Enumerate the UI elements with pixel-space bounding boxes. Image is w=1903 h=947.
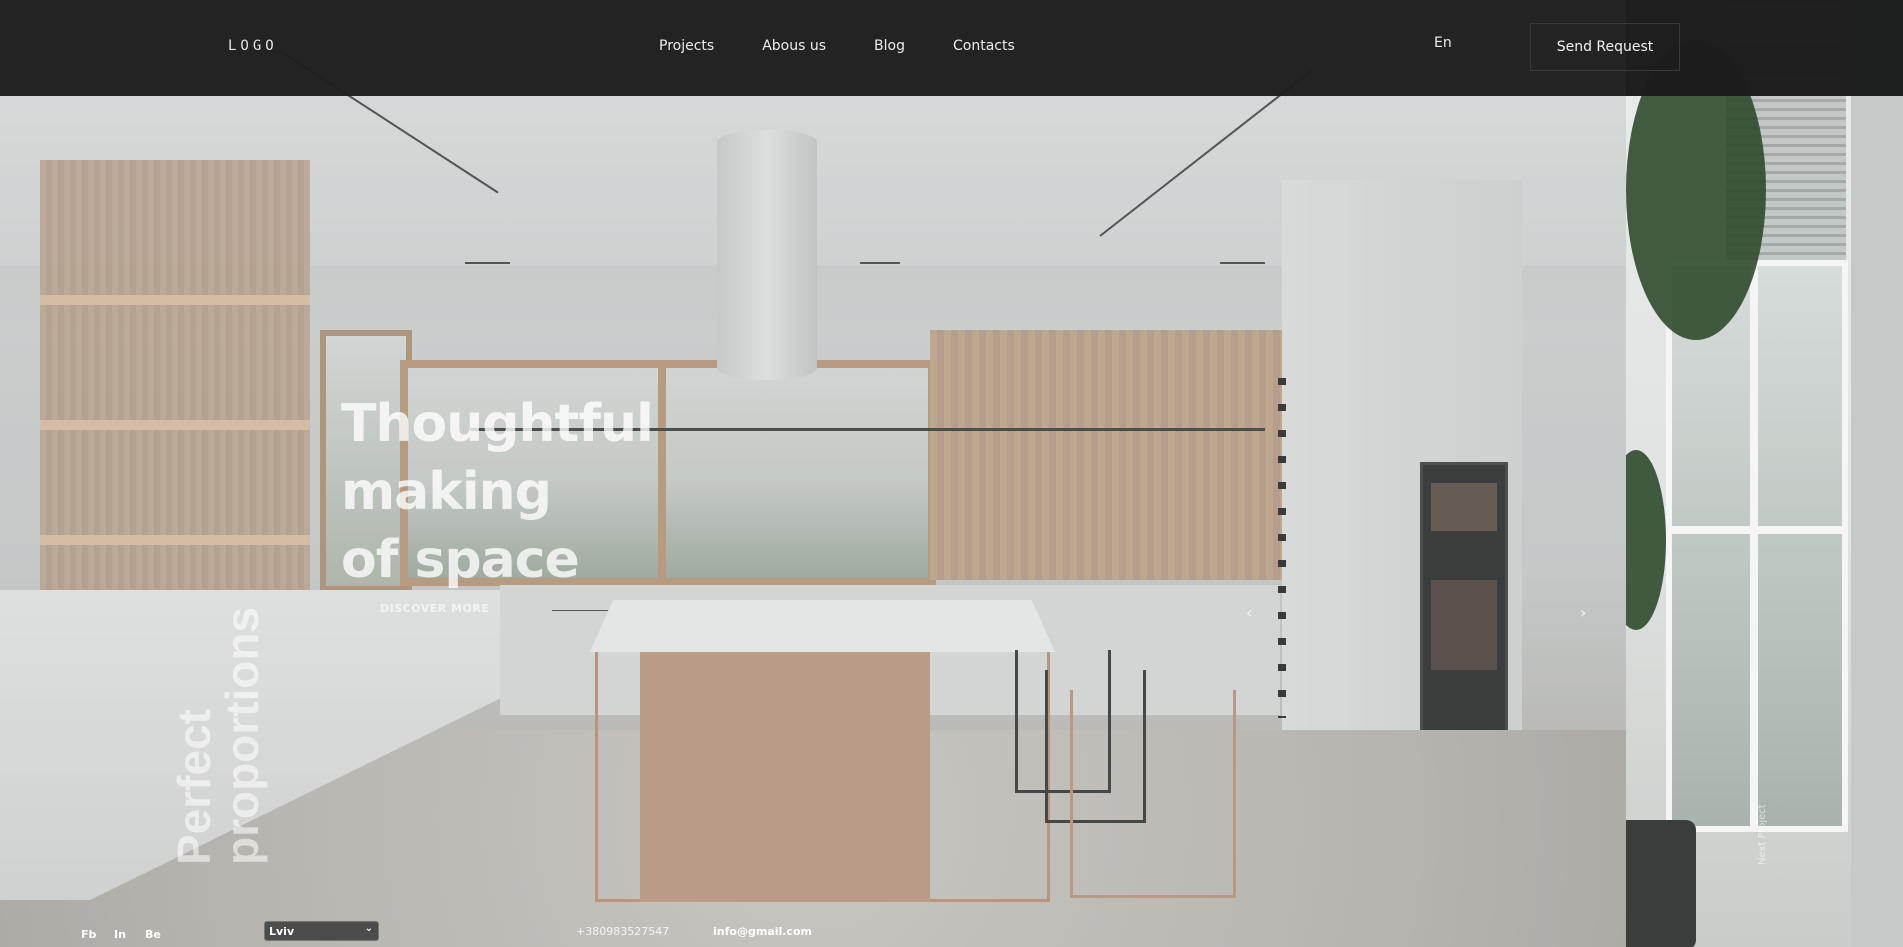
send-request-button[interactable]: Send Request	[1530, 23, 1680, 71]
preview-pillar	[1851, 0, 1903, 947]
nav-about-us[interactable]: Abous us	[762, 38, 826, 54]
main-nav: Projects Abous us Blog Contacts	[659, 38, 1063, 54]
hero-title: Thoughtful making of space	[341, 390, 861, 594]
next-project-title-line2: proportions	[216, 606, 269, 865]
city-select-value: Lviv	[269, 924, 295, 938]
language-switcher[interactable]: En	[1434, 35, 1452, 51]
plant-pot	[1626, 820, 1696, 947]
discover-more-link[interactable]: DISCOVER MORE	[380, 602, 489, 615]
nav-contacts[interactable]: Contacts	[953, 38, 1015, 54]
email-link[interactable]: info@gmail.com	[713, 925, 812, 938]
next-project-title-line1: Perfect	[168, 709, 220, 865]
facebook-link[interactable]: Fb	[81, 928, 96, 941]
nav-blog[interactable]: Blog	[874, 38, 905, 54]
chevron-down-icon: ⌄	[364, 923, 373, 934]
logo[interactable]: LOGO	[228, 38, 278, 54]
hero-title-line2: of space	[341, 530, 580, 590]
phone-link[interactable]: +380983527547	[576, 925, 669, 938]
chevron-right-icon[interactable]: ›	[1580, 603, 1586, 622]
discover-divider	[552, 610, 608, 611]
linkedin-link[interactable]: In	[114, 928, 126, 941]
preview-window	[1666, 260, 1848, 832]
next-project-label: Next Project	[1757, 804, 1768, 865]
header: LOGO Projects Abous us Blog Contacts En …	[0, 0, 1903, 96]
nav-projects[interactable]: Projects	[659, 38, 714, 54]
hero-title-line1: Thoughtful making	[341, 394, 654, 522]
chevron-left-icon[interactable]: ‹	[1246, 603, 1252, 622]
plant	[1626, 450, 1666, 630]
city-select[interactable]: Lviv ⌄	[264, 921, 379, 941]
next-project-title[interactable]: Perfect proportions	[168, 606, 269, 865]
behance-link[interactable]: Be	[145, 928, 161, 941]
